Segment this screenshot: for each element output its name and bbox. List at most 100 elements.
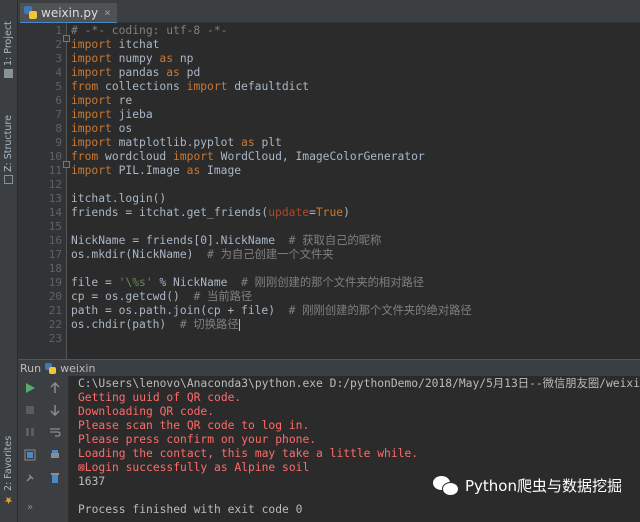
fold-marker-icon[interactable] (63, 161, 70, 168)
console-line: Getting uuid of QR code. (78, 391, 242, 404)
code-line: import jieba (71, 108, 153, 121)
soft-wrap-button[interactable] (48, 425, 62, 439)
code-line: friends = itchat.get_friends(update=True… (71, 206, 350, 219)
line-number: 2 (55, 38, 62, 51)
settings-button[interactable] (23, 471, 37, 485)
pin-icon (26, 474, 34, 482)
code-line: import pandas as pd (71, 66, 201, 79)
stop-button[interactable] (23, 403, 37, 417)
line-number: 14 (48, 206, 62, 219)
console-output: C:\Users\lenovo\Anaconda3\python.exe D:/… (78, 377, 640, 517)
line-number: 11 (48, 164, 62, 177)
code-line: import PIL.Image as Image (71, 164, 242, 177)
scroll-down-button[interactable] (48, 403, 62, 417)
rerun-button[interactable] (23, 381, 37, 395)
code-line: # -*- coding: utf-8 -*- (71, 24, 228, 37)
wrap-icon (50, 428, 61, 437)
dump-threads-button[interactable] (23, 448, 37, 462)
code-line: import os (71, 122, 133, 135)
left-tool-strip: 1: Project Z: Structure ★ 2: Favorites (0, 0, 18, 522)
project-tab-label: 1: Project (3, 21, 14, 67)
python-config-icon (45, 362, 57, 374)
wechat-icon (433, 474, 459, 496)
chevron-right-icon: » (26, 501, 34, 513)
print-icon (51, 450, 59, 458)
star-icon: ★ (3, 493, 14, 505)
project-tool-tab[interactable]: 1: Project (1, 10, 16, 90)
line-number: 22 (48, 318, 62, 331)
line-numbers: 1 2 3 4 5 6 7 8 9 10 11 12 13 14 15 16 17 18 19 20 21 22 23 (18, 24, 62, 346)
code-line: from wordcloud import WordCloud, ImageCo… (71, 150, 425, 163)
line-number: 9 (55, 136, 62, 149)
line-number: 4 (55, 66, 62, 79)
code-lines: # -*- coding: utf-8 -*- import itchat impo… (71, 24, 472, 346)
code-line: import re (71, 94, 133, 107)
console-line: Downloading QR code. (78, 405, 215, 418)
play-icon (26, 383, 35, 393)
clear-all-button[interactable] (48, 471, 62, 485)
text-cursor (238, 319, 240, 331)
line-number: 19 (48, 276, 62, 289)
console-line: ⊠Login successfully as Alpine soil (78, 461, 310, 474)
favorites-tool-tab[interactable]: ★ 2: Favorites (1, 420, 16, 520)
line-number: 7 (55, 108, 62, 121)
console-line: Please scan the QR code to log in. (78, 419, 310, 432)
fold-marker-icon[interactable] (63, 35, 70, 42)
structure-tab-label: Z: Structure (3, 115, 14, 173)
close-tab-icon[interactable]: × (104, 6, 111, 19)
pause-button[interactable] (23, 425, 37, 439)
code-line: import itchat (71, 38, 160, 51)
code-line: file = '\%s' % NickName # 刚刚创建的那个文件夹的相对路… (71, 276, 425, 289)
line-number: 8 (55, 122, 62, 135)
run-panel-title: Run (20, 361, 42, 375)
line-number: 18 (48, 262, 62, 275)
threads-icon (24, 449, 36, 461)
python-file-icon (24, 6, 37, 19)
console-line: Process finished with exit code 0 (78, 503, 303, 516)
code-line: from collections import defaultdict (71, 80, 310, 93)
line-number: 1 (55, 24, 62, 37)
trash-icon (51, 473, 59, 483)
line-number: 17 (48, 248, 62, 261)
line-number: 16 (48, 234, 62, 247)
editor-tab-bar: weixin.py × (18, 0, 640, 24)
code-line: itchat.login() (71, 192, 167, 205)
arrow-down-icon (50, 405, 60, 416)
code-line: path = os.path.join(cp + file) # 刚刚创建的那个… (71, 304, 472, 317)
line-number: 5 (55, 80, 62, 93)
arrow-up-icon (50, 382, 60, 393)
console-line: C:\Users\lenovo\Anaconda3\python.exe D:/… (78, 377, 640, 390)
code-line: import matplotlib.pyplot as plt (71, 136, 282, 149)
line-number: 15 (48, 220, 62, 233)
line-number: 6 (55, 94, 62, 107)
code-line: import numpy as np (71, 52, 194, 65)
code-line: cp = os.getcwd() # 当前路径 (71, 290, 253, 303)
run-panel-header: Run weixin (18, 359, 640, 376)
structure-tool-tab[interactable]: Z: Structure (1, 105, 16, 195)
code-line: os.mkdir(NickName) # 为自己创建一个文件夹 (71, 248, 334, 261)
favorites-tab-label: 2: Favorites (3, 435, 14, 491)
run-toolbar: » (18, 376, 68, 522)
line-number: 23 (48, 332, 62, 345)
stop-icon (26, 406, 34, 414)
tab-file-name: weixin.py (41, 5, 99, 20)
tab-weixin-py[interactable]: weixin.py × (20, 3, 117, 24)
console-line: Loading the contact, this may take a lit… (78, 447, 419, 460)
run-config-name[interactable]: weixin (60, 362, 95, 375)
print-button[interactable] (48, 448, 62, 462)
code-line: NickName = friends[0].NickName # 获取自己的昵称 (71, 234, 382, 247)
more-tools-button[interactable]: » (23, 500, 37, 514)
scroll-up-button[interactable] (48, 381, 62, 395)
pause-icon (26, 428, 34, 436)
line-number: 13 (48, 192, 62, 205)
structure-icon (4, 175, 13, 185)
line-number: 10 (48, 150, 62, 163)
watermark: Python爬虫与数据挖掘 (433, 474, 622, 496)
console-line: Please press confirm on your phone. (78, 433, 317, 446)
line-number: 21 (48, 304, 62, 317)
folder-icon (4, 69, 13, 79)
